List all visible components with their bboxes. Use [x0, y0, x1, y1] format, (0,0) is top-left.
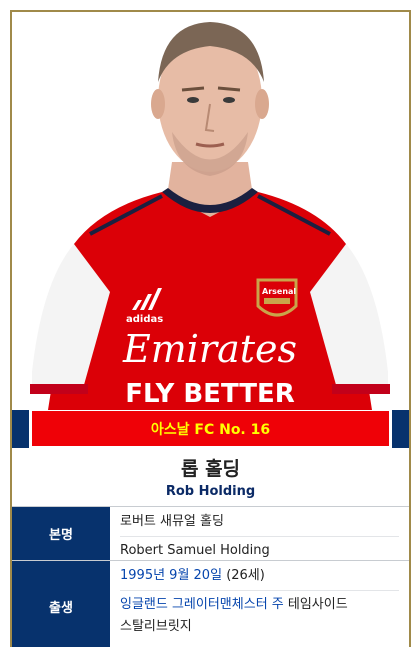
birth-place-link[interactable]: 잉글랜드 그레이터맨체스터 주: [120, 597, 284, 612]
club-number-text: 아스날 FC No. 16: [150, 421, 271, 438]
player-infobox-card: adidas Arsenal Emirates FLY BETTER 아스날 F…: [10, 10, 411, 647]
club-banner: 아스날 FC No. 16: [12, 410, 409, 448]
player-name-english: Rob Holding: [165, 484, 256, 499]
real-name-english: Robert Samuel Holding: [120, 543, 270, 558]
birth-place-line: 잉글랜드 그레이터맨체스터 주 테임사이드 스탈리브릿지: [120, 594, 399, 638]
svg-text:Arsenal: Arsenal: [262, 287, 296, 296]
infobox-row-real-name: 본명 로버트 새뮤얼 홀딩 Robert Samuel Holding: [12, 507, 409, 561]
arsenal-crest-icon: Arsenal: [256, 278, 298, 317]
real-name-korean: 로버트 새뮤얼 홀딩: [120, 511, 399, 537]
banner-left-stripe: [12, 410, 29, 448]
real-name-value: 로버트 새뮤얼 홀딩 Robert Samuel Holding: [110, 507, 409, 560]
birth-label: 출생: [12, 561, 110, 647]
birth-date-line: 1995년 9월 20일 (26세): [120, 565, 399, 591]
player-photo[interactable]: adidas Arsenal Emirates FLY BETTER: [12, 12, 409, 410]
svg-text:Emirates: Emirates: [122, 327, 297, 371]
birth-place-city: 스탈리브릿지: [120, 619, 192, 634]
birth-place-town: 테임사이드: [287, 597, 348, 612]
player-name-korean: 롭 홀딩: [180, 458, 241, 480]
infobox-table: 본명 로버트 새뮤얼 홀딩 Robert Samuel Holding 출생 1…: [12, 506, 409, 647]
real-name-label: 본명: [12, 507, 110, 560]
svg-text:FLY BETTER: FLY BETTER: [125, 379, 295, 409]
club-number-label: 아스날 FC No. 16: [32, 411, 389, 446]
birth-age: (26세): [226, 568, 265, 583]
svg-text:adidas: adidas: [126, 314, 163, 325]
infobox-row-birth: 출생 1995년 9월 20일 (26세) 잉글랜드 그레이터맨체스터 주 테임…: [12, 561, 409, 647]
banner-right-stripe: [392, 410, 409, 448]
birth-value: 1995년 9월 20일 (26세) 잉글랜드 그레이터맨체스터 주 테임사이드…: [110, 561, 409, 647]
birth-date-link[interactable]: 1995년 9월 20일: [120, 568, 222, 583]
